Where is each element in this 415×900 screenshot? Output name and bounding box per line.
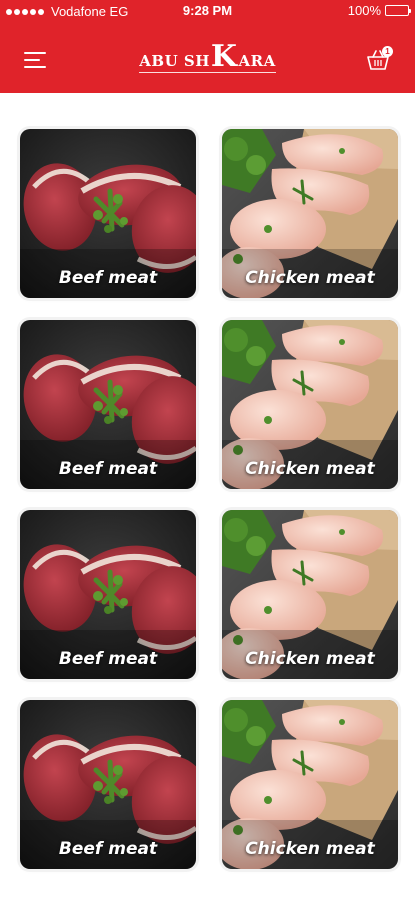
category-label: Beef meat (58, 268, 158, 288)
category-card-chicken[interactable]: Chicken meat (222, 700, 398, 869)
category-card-beef[interactable]: Beef meat (20, 320, 196, 489)
battery-status: 100% (347, 3, 411, 18)
category-card-beef[interactable]: Beef meat (20, 700, 196, 869)
cart-button[interactable]: 1 (365, 46, 393, 72)
category-label: Beef meat (58, 839, 158, 859)
category-grid: Beef meat Chicken meat Beef meat Chicken… (0, 93, 415, 900)
battery-percent: 100% (347, 3, 381, 18)
category-card-chicken[interactable]: Chicken meat (222, 510, 398, 679)
category-card-beef[interactable]: Beef meat (20, 510, 196, 679)
status-bar: Vodafone EG 9:28 PM 100% (0, 0, 415, 22)
category-label: Chicken meat (245, 459, 375, 479)
category-label: Chicken meat (245, 268, 375, 288)
battery-icon (385, 5, 411, 16)
category-label: Chicken meat (245, 649, 375, 669)
logo-text-left: ABU SH (139, 52, 210, 70)
brand-logo: ABU SH K ARA (0, 39, 415, 74)
app-header: Vodafone EG 9:28 PM 100% ABU SH K ARA 1 (0, 0, 415, 93)
category-card-chicken[interactable]: Chicken meat (222, 320, 398, 489)
category-card-chicken[interactable]: Chicken meat (222, 129, 398, 298)
category-label: Beef meat (58, 649, 158, 669)
nav-bar: ABU SH K ARA 1 (0, 36, 415, 86)
category-card-beef[interactable]: Beef meat (20, 129, 196, 298)
category-label: Beef meat (58, 459, 158, 479)
category-label: Chicken meat (245, 839, 375, 859)
cart-count-badge: 1 (382, 46, 393, 57)
logo-text-big-letter: K (210, 39, 238, 74)
logo-text-right: ARA (238, 52, 276, 70)
